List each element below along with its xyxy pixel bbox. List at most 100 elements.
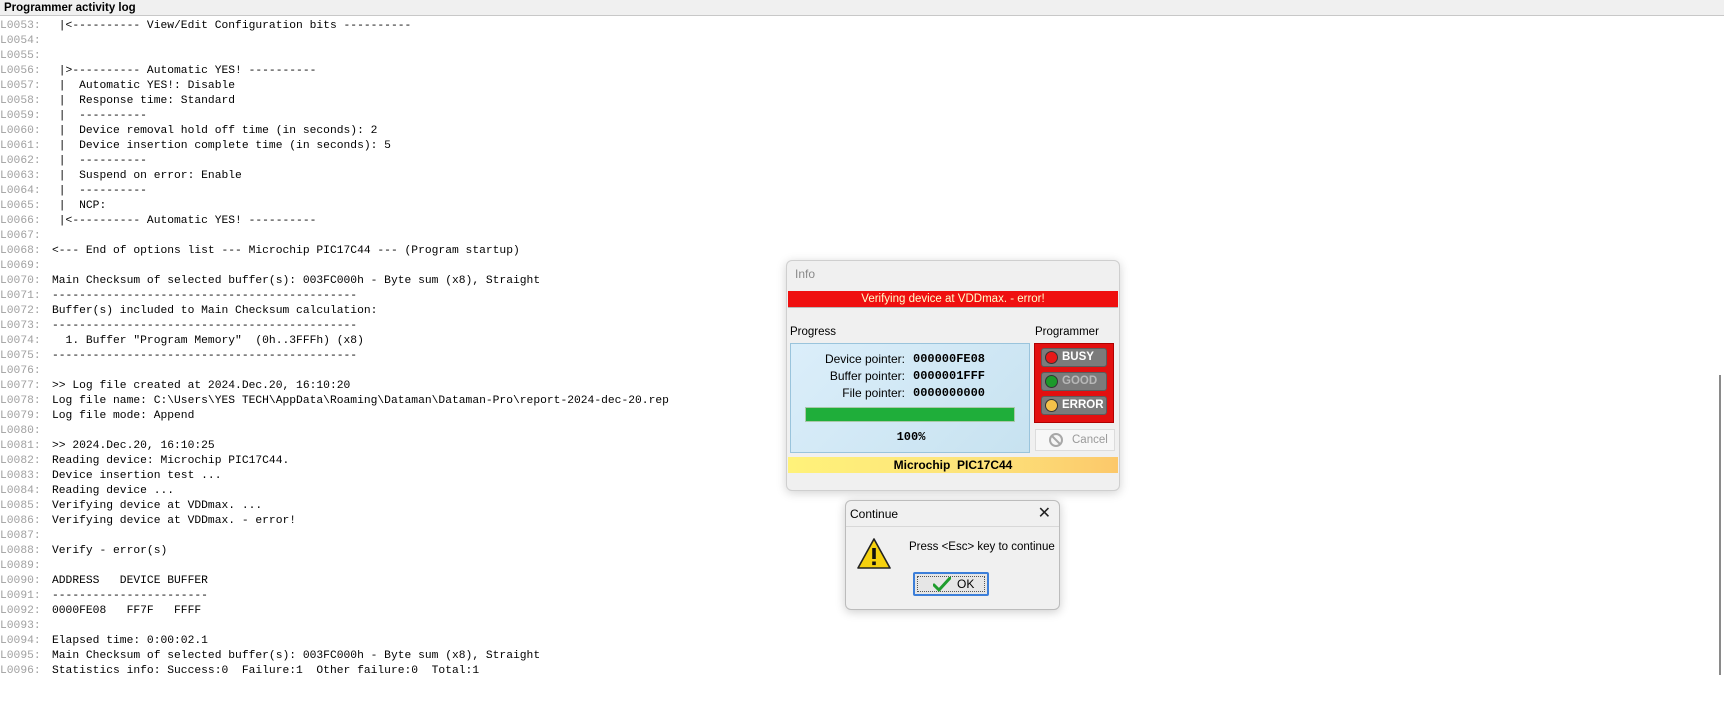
- line-number: L0096:: [0, 665, 41, 677]
- error-led-icon: [1045, 399, 1058, 412]
- line-number: L0074:: [0, 335, 41, 347]
- line-text: | ----------: [52, 185, 147, 197]
- line-text: | Suspend on error: Enable: [52, 170, 242, 182]
- line-text: | NCP:: [52, 200, 107, 212]
- line-text: Verifying device at VDDmax. ...: [52, 500, 263, 512]
- line-text: ----------------------------------------…: [52, 290, 358, 302]
- log-line: L0086: Verifying device at VDDmax. - erro…: [0, 514, 296, 529]
- line-text: |<---------- View/Edit Configuration bit…: [52, 20, 412, 32]
- line-text: >> 2024.Dec.20, 16:10:25: [52, 440, 215, 452]
- log-line: L0057: | Automatic YES!: Disable: [0, 79, 235, 94]
- line-number: L0072:: [0, 305, 41, 317]
- line-number: L0070:: [0, 275, 41, 287]
- ok-label: OK: [957, 577, 975, 591]
- line-number: L0091:: [0, 590, 41, 602]
- line-number: L0060:: [0, 125, 41, 137]
- log-line: L0080:: [0, 424, 52, 439]
- programmer-section-label: Programmer: [1035, 326, 1099, 338]
- line-text: 0000FE08 FF7F FFFF: [52, 605, 202, 617]
- log-line: L0074: 1. Buffer "Program Memory" (0h..3…: [0, 334, 364, 349]
- buffer-pointer-label: Buffer pointer:: [829, 369, 905, 383]
- log-line: L0066: |<---------- Automatic YES! -----…: [0, 214, 316, 229]
- log-line: L0076:: [0, 364, 52, 379]
- line-number: L0055:: [0, 50, 41, 62]
- log-line: L0073: ----------------------------------…: [0, 319, 357, 334]
- log-line: L0079: Log file mode: Append: [0, 409, 194, 424]
- line-number: L0081:: [0, 440, 41, 452]
- log-line: L0094: Elapsed time: 0:00:02.1: [0, 634, 208, 649]
- cancel-label: Cancel: [1072, 434, 1108, 446]
- line-number: L0056:: [0, 65, 41, 77]
- log-line: L0084: Reading device ...: [0, 484, 174, 499]
- log-line: L0065: | NCP:: [0, 199, 106, 214]
- line-number: L0089:: [0, 560, 41, 572]
- log-line: L0068: <--- End of options list --- Micro…: [0, 244, 520, 259]
- log-line: L0083: Device insertion test ...: [0, 469, 221, 484]
- log-line: L0087:: [0, 529, 52, 544]
- line-number: L0084:: [0, 485, 41, 497]
- error-label: ERROR: [1062, 399, 1104, 411]
- line-number: L0058:: [0, 95, 41, 107]
- line-text: | Device insertion complete time (in sec…: [52, 140, 391, 152]
- line-text: ----------------------------------------…: [52, 350, 358, 362]
- log-line: L0053: |<---------- View/Edit Configurat…: [0, 19, 411, 34]
- info-dialog-title: Info: [795, 267, 816, 281]
- ok-button[interactable]: OK: [913, 572, 989, 596]
- busy-indicator: BUSY: [1041, 348, 1107, 367]
- progress-bar-fill: [806, 408, 1014, 421]
- progress-bar: [805, 407, 1015, 422]
- buffer-pointer-value: 0000001FFF: [913, 369, 986, 383]
- file-pointer-label: File pointer:: [842, 386, 905, 400]
- log-line: L0067:: [0, 229, 52, 244]
- log-line: L0063: | Suspend on error: Enable: [0, 169, 242, 184]
- progress-section-label: Progress: [790, 326, 837, 338]
- line-number: L0088:: [0, 545, 41, 557]
- line-number: L0077:: [0, 380, 41, 392]
- log-line: L0064: | ----------: [0, 184, 147, 199]
- line-number: L0090:: [0, 575, 41, 587]
- cancel-button[interactable]: Cancel: [1035, 429, 1115, 451]
- line-number: L0075:: [0, 350, 41, 362]
- cancel-icon: [1049, 433, 1063, 447]
- line-number: L0053:: [0, 20, 41, 32]
- line-text: Elapsed time: 0:00:02.1: [52, 635, 208, 647]
- log-line: L0055:: [0, 49, 52, 64]
- close-icon[interactable]: ✕: [1038, 503, 1051, 523]
- line-number: L0059:: [0, 110, 41, 122]
- line-number: L0087:: [0, 530, 41, 542]
- good-label: GOOD: [1062, 375, 1098, 387]
- log-line: L0082: Reading device: Microchip PIC17C44…: [0, 454, 289, 469]
- line-text: | Response time: Standard: [52, 95, 236, 107]
- log-line: L0072: Buffer(s) included to Main Checksu…: [0, 304, 377, 319]
- line-text: Reading device: Microchip PIC17C44.: [52, 455, 290, 467]
- log-line: L0088: Verify - error(s): [0, 544, 167, 559]
- line-text: ----------------------------------------…: [52, 320, 358, 332]
- log-line: L0096: Statistics info: Success:0 Failure…: [0, 664, 479, 679]
- log-line: L0054:: [0, 34, 52, 49]
- line-number: L0095:: [0, 650, 41, 662]
- line-text: | Automatic YES!: Disable: [52, 80, 236, 92]
- device-pointer-value: 000000FE08: [913, 352, 986, 366]
- line-text: Main Checksum of selected buffer(s): 003…: [52, 275, 541, 287]
- log-line: L0089:: [0, 559, 52, 574]
- line-number: L0063:: [0, 170, 41, 182]
- log-line: L0059: | ----------: [0, 109, 147, 124]
- log-line: L0069:: [0, 259, 52, 274]
- line-text: Reading device ...: [52, 485, 175, 497]
- line-number: L0093:: [0, 620, 41, 632]
- line-number: L0082:: [0, 455, 41, 467]
- line-number: L0083:: [0, 470, 41, 482]
- window-title: Programmer activity log: [0, 0, 1724, 16]
- device-name-bar: Microchip PIC17C44: [788, 457, 1118, 473]
- line-text: Main Checksum of selected buffer(s): 003…: [52, 650, 541, 662]
- line-number: L0076:: [0, 365, 41, 377]
- line-text: | ----------: [52, 155, 147, 167]
- scrollbar-thumb[interactable]: [1719, 375, 1721, 675]
- log-line: L0056: |>---------- Automatic YES! -----…: [0, 64, 316, 79]
- log-line: L0091: -----------------------: [0, 589, 208, 604]
- line-number: L0073:: [0, 320, 41, 332]
- log-line: L0092: 0000FE08 FF7F FFFF: [0, 604, 201, 619]
- line-text: Verify - error(s): [52, 545, 168, 557]
- log-line: L0060: | Device removal hold off time (i…: [0, 124, 377, 139]
- log-line: L0078: Log file name: C:\Users\YES TECH\A…: [0, 394, 669, 409]
